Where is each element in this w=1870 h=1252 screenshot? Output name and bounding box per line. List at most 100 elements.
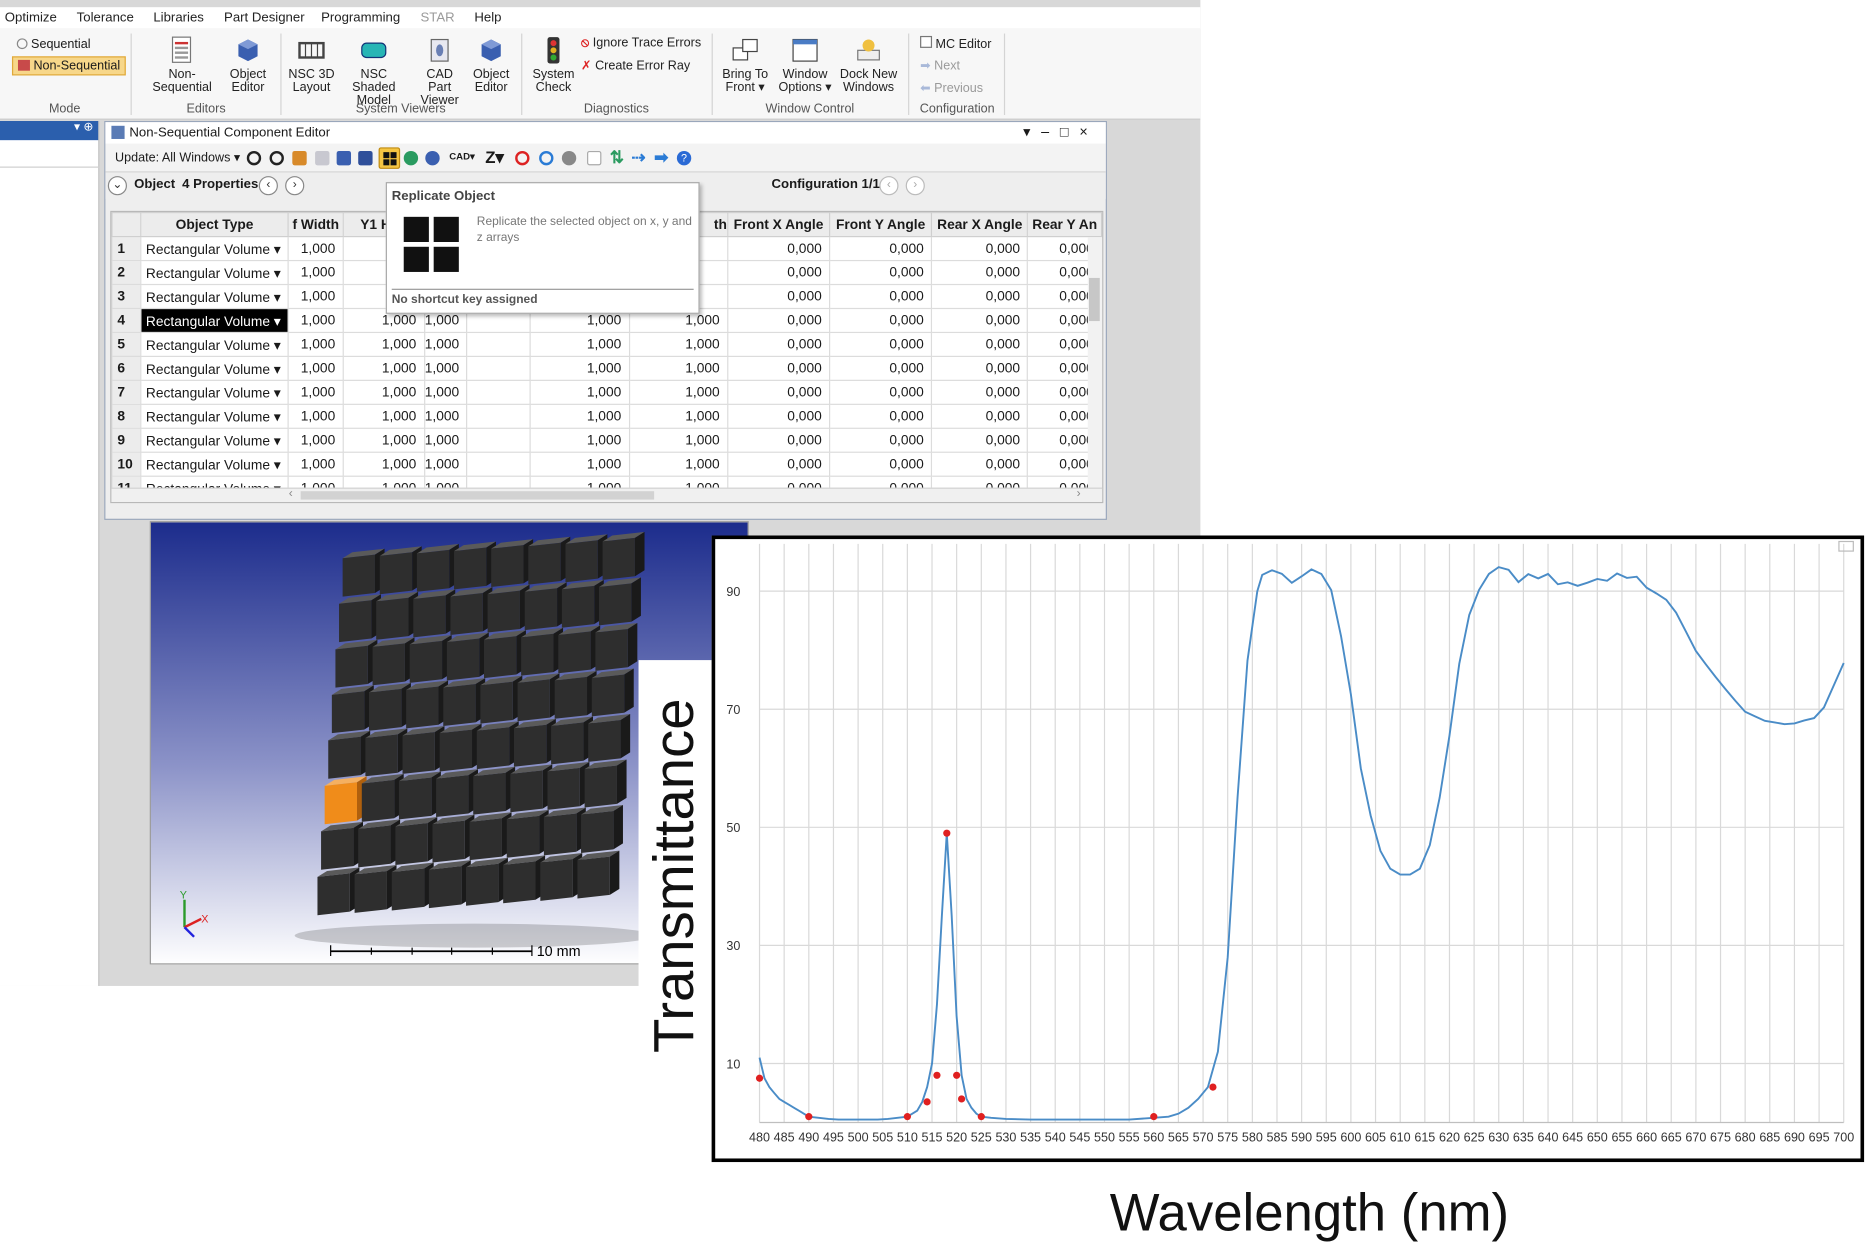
table-cell[interactable]: 1,000 [287, 355, 344, 381]
table-cell[interactable]: 0,000 [726, 451, 831, 477]
table-cell[interactable]: 0,000 [931, 236, 1029, 262]
object-icon[interactable] [315, 150, 330, 166]
table-cell[interactable]: 1,000 [342, 355, 425, 381]
table-cell[interactable]: 1,000 [287, 259, 344, 286]
table-cell[interactable]: 0,000 [828, 451, 933, 477]
blank-icon[interactable] [587, 150, 602, 166]
prohibited-icon[interactable] [515, 150, 530, 166]
next-config-button[interactable]: ➡ Next [920, 59, 960, 73]
undo-icon[interactable] [539, 150, 554, 166]
table-cell[interactable]: 1,000 [342, 403, 425, 429]
object-editor-button[interactable]: Object Editor [225, 36, 271, 95]
table-cell[interactable]: 0,000 [726, 259, 831, 286]
table-cell[interactable]: 1,000 [423, 403, 468, 429]
vertical-scrollbar[interactable] [1087, 237, 1103, 490]
ignore-trace-errors-button[interactable]: ⦸ Ignore Trace Errors [581, 36, 701, 52]
dropdown-arrow-icon[interactable]: ▾ [270, 458, 281, 472]
table-cell[interactable]: 1,000 [423, 355, 468, 381]
table-cell[interactable]: 1,000 [528, 355, 630, 381]
table-row[interactable]: 8 Rectangular Volume ▾ 1,000 1,000 1,000 1,00… [111, 403, 1103, 429]
table-cell[interactable]: 1,000 [342, 427, 425, 453]
menu-optimize[interactable]: Optimize [5, 11, 57, 25]
object-type-cell[interactable]: Rectangular Volume ▾ [139, 259, 290, 286]
replicate-object-icon[interactable] [378, 147, 401, 169]
table-cell[interactable]: 1,000 [528, 379, 630, 405]
table-cell[interactable]: 1,000 [287, 236, 344, 262]
table-cell[interactable]: 0,000 [828, 259, 933, 286]
refresh-icon[interactable] [246, 150, 262, 166]
close-icon[interactable]: × [1079, 123, 1098, 140]
chevron-right-icon[interactable]: › [905, 176, 925, 196]
menu-programming[interactable]: Programming [321, 11, 400, 25]
table-cell[interactable]: 0,000 [726, 379, 831, 405]
table-cell[interactable]: 1,000 [423, 331, 468, 358]
dropdown-arrow-icon[interactable]: ▾ [270, 386, 281, 400]
row-number[interactable]: 10 [111, 451, 142, 477]
table-row[interactable]: 5 Rectangular Volume ▾ 1,000 1,000 1,000 1,00… [111, 331, 1103, 358]
row-number[interactable]: 2 [111, 259, 142, 286]
mc-editor-button[interactable]: MC Editor [920, 35, 991, 52]
table-cell[interactable] [466, 427, 531, 453]
table-cell[interactable]: 0,000 [726, 236, 831, 262]
table-cell[interactable] [466, 379, 531, 405]
help-icon[interactable]: ? [676, 150, 692, 166]
column-header[interactable]: f Width [287, 212, 344, 238]
dropdown-arrow-icon[interactable]: ▾ [270, 338, 281, 352]
menu-tolerance[interactable]: Tolerance [77, 11, 134, 25]
table-cell[interactable]: 0,000 [931, 379, 1029, 405]
maximize-icon[interactable]: □ [1060, 123, 1079, 140]
wand-icon[interactable] [292, 150, 307, 166]
chart-corner-handle[interactable] [1838, 540, 1854, 552]
table-cell[interactable]: 0,000 [931, 259, 1029, 286]
dropdown-arrow-icon[interactable]: ▾ [270, 291, 281, 305]
dropdown-arrow-icon[interactable]: ▾ [74, 121, 80, 134]
nsc-3d-layout-button[interactable]: NSC 3D Layout [286, 36, 336, 95]
table-cell[interactable]: 1,000 [423, 379, 468, 405]
table-cell[interactable]: 1,000 [628, 355, 729, 381]
table-cell[interactable]: 1,000 [528, 331, 630, 358]
previous-config-button[interactable]: ⬅ Previous [920, 81, 983, 95]
bring-to-front-button[interactable]: Bring To Front ▾ [719, 36, 772, 95]
scrollbar-thumb[interactable] [1088, 277, 1100, 322]
table-cell[interactable]: 1,000 [528, 403, 630, 429]
column-header[interactable]: Front Y Angle [828, 212, 933, 238]
toggle-icon[interactable] [561, 150, 577, 166]
table-cell[interactable]: 1,000 [342, 331, 425, 358]
row-number[interactable]: 1 [111, 236, 142, 262]
minimize-icon[interactable]: – [1041, 123, 1060, 140]
menu-star[interactable]: STAR [420, 11, 454, 25]
table-cell[interactable] [466, 451, 531, 477]
table-cell[interactable]: 0,000 [931, 403, 1029, 429]
dropdown-arrow-icon[interactable]: ▾ [270, 362, 281, 376]
menu-libraries[interactable]: Libraries [153, 11, 204, 25]
table-row[interactable]: 7 Rectangular Volume ▾ 1,000 1,000 1,000 1,00… [111, 379, 1103, 405]
row-number[interactable]: 5 [111, 331, 142, 358]
update-dropdown[interactable]: Update: All Windows ▾ [115, 151, 240, 165]
chevron-left-icon[interactable]: ‹ [879, 176, 899, 196]
row-number[interactable]: 7 [111, 379, 142, 405]
swap-icon[interactable]: ⇅ [610, 147, 624, 166]
table-cell[interactable]: 1,000 [628, 403, 729, 429]
object-type-cell[interactable]: Rectangular Volume ▾ [139, 331, 290, 358]
object-type-cell[interactable]: Rectangular Volume ▾ [139, 403, 290, 429]
cube-small-icon[interactable] [358, 150, 373, 166]
object-type-cell[interactable]: Rectangular Volume ▾ [139, 283, 290, 310]
system-check-button[interactable]: System Check [531, 36, 577, 95]
table-cell[interactable]: 0,000 [828, 331, 933, 358]
table-cell[interactable]: 0,000 [828, 236, 933, 262]
row-number[interactable]: 8 [111, 403, 142, 429]
non-sequential-editor-button[interactable]: Non-Sequential [139, 36, 225, 95]
table-cell[interactable]: 1,000 [628, 427, 729, 453]
table-row[interactable]: 9 Rectangular Volume ▾ 1,000 1,000 1,000 1,00… [111, 427, 1103, 453]
object-type-cell[interactable]: Rectangular Volume ▾ [139, 355, 290, 381]
table-cell[interactable]: 0,000 [726, 355, 831, 381]
row-number[interactable]: 3 [111, 283, 142, 310]
scroll-left-icon[interactable]: ‹ [289, 488, 293, 501]
mode-sequential-option[interactable]: Sequential [12, 36, 95, 53]
table-cell[interactable]: 0,000 [828, 283, 933, 310]
table-cell[interactable]: 0,000 [726, 403, 831, 429]
table-cell[interactable]: 1,000 [628, 451, 729, 477]
table-cell[interactable] [466, 355, 531, 381]
arrows-in-icon[interactable]: ⇢ [631, 147, 650, 166]
table-cell[interactable]: 0,000 [828, 427, 933, 453]
